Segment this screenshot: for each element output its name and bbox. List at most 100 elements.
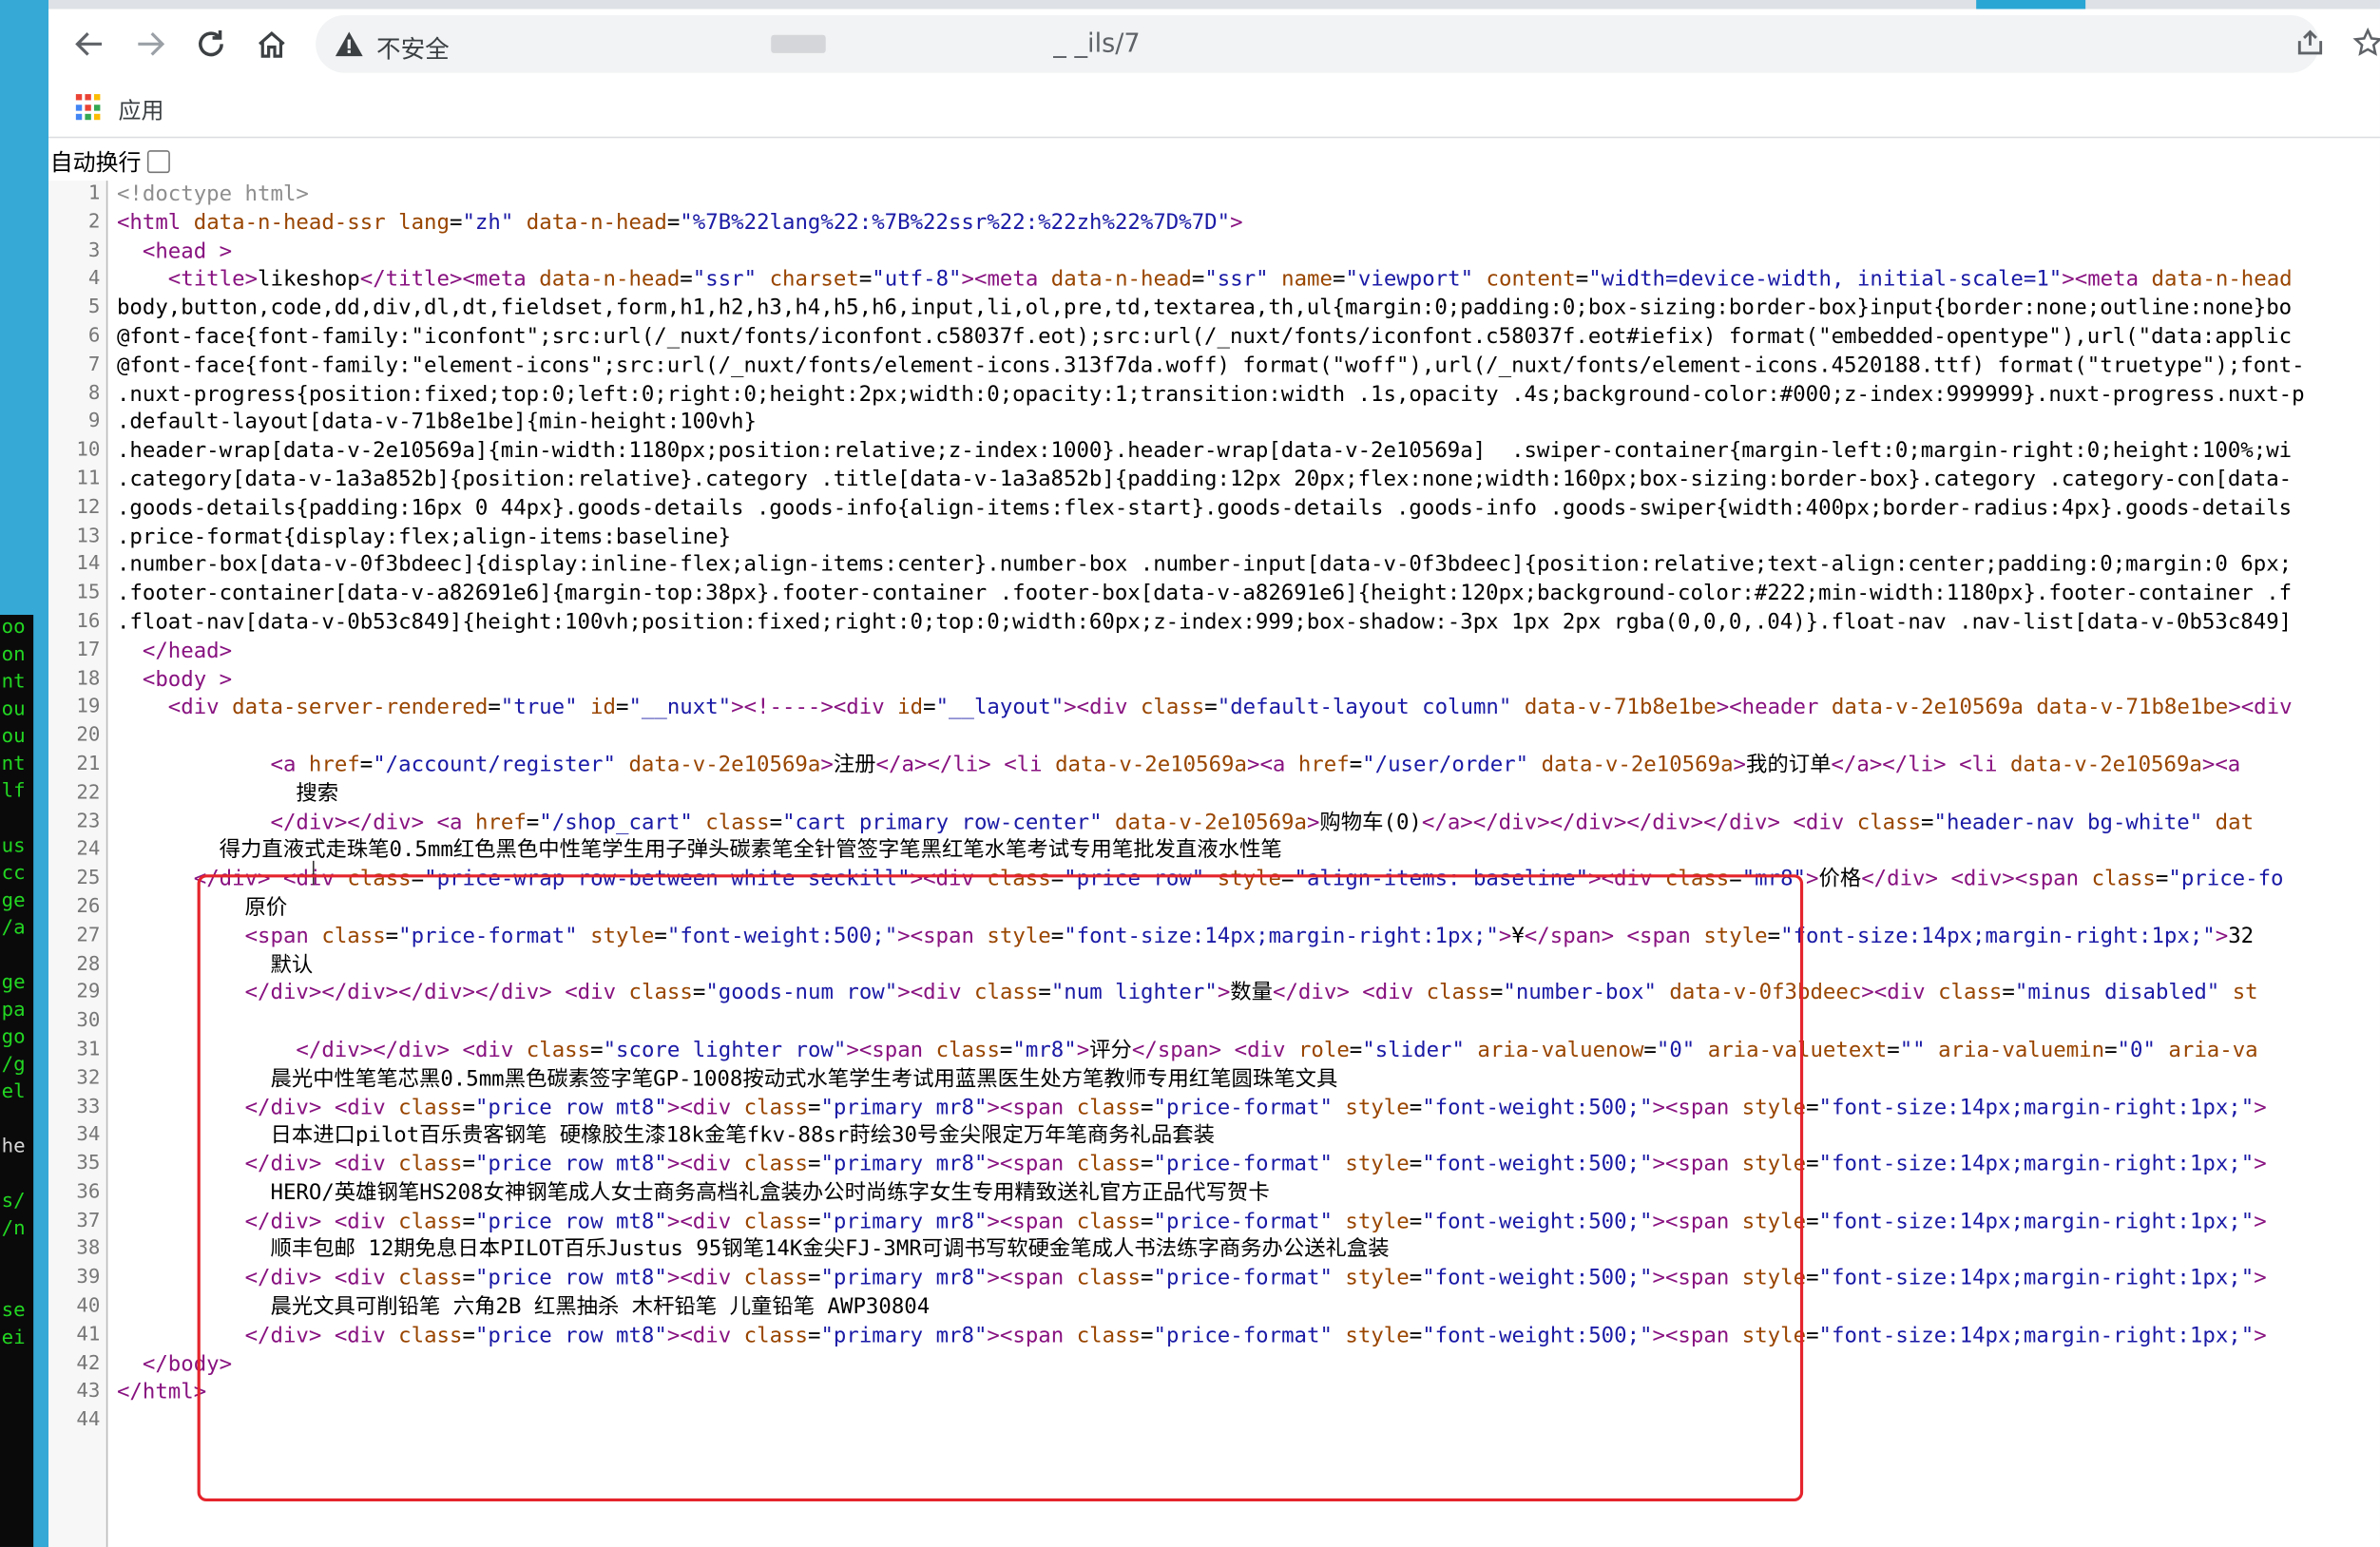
screen: oo on nt ou ou nt lf us cc ge/a ge pa go/g el he s/… bbox=[0, 0, 2380, 1547]
line-number: 8 bbox=[87, 381, 101, 405]
line-number: 7 bbox=[87, 353, 101, 376]
source-line-text: @font-face{font-family:"element-icons";s… bbox=[116, 353, 2305, 378]
highlight-box bbox=[197, 874, 1804, 1502]
home-icon[interactable] bbox=[252, 25, 292, 65]
reload-icon[interactable] bbox=[191, 25, 231, 65]
apps-grid-icon[interactable] bbox=[75, 94, 104, 122]
source-line-text: 得力直液式走珠笔0.5mm红色黑色中性笔学生用子弹头碳素笔全针管签字笔黑红笔水笔… bbox=[116, 838, 1282, 863]
source-line-text: </div></div> <a href="/shop_cart" class=… bbox=[270, 810, 2255, 834]
source-line: 2 <html data-n-head-ssr lang="zh" data-n-… bbox=[48, 209, 2380, 238]
terminal-line: s/ bbox=[1, 1190, 26, 1213]
source-line-text: </html> bbox=[116, 1380, 207, 1405]
terminal-line: /a bbox=[1, 916, 26, 940]
source-line-text: <div data-server-rendered="true" id="__n… bbox=[167, 696, 2293, 720]
source-line-text: .category[data-v-1a3a852b]{position:rela… bbox=[116, 468, 2293, 492]
line-number: 32 bbox=[76, 1066, 101, 1090]
terminal-line: ou bbox=[1, 725, 26, 749]
terminal-line: ge bbox=[1, 971, 26, 995]
line-number: 40 bbox=[76, 1294, 101, 1318]
source-line: 15 .footer-container[data-v-a82691e6]{mar… bbox=[48, 581, 2380, 609]
source-line-text: .float-nav[data-v-0b53c849]{height:100vh… bbox=[116, 610, 2293, 635]
terminal-line: nt bbox=[1, 753, 26, 776]
line-number: 16 bbox=[76, 610, 101, 634]
terminal-line: on bbox=[1, 643, 26, 667]
line-number: 22 bbox=[76, 781, 101, 805]
line-number: 35 bbox=[76, 1152, 101, 1175]
source-line-text: <body > bbox=[142, 667, 233, 692]
source-line-text: .footer-container[data-v-a82691e6]{margi… bbox=[116, 582, 2293, 606]
line-number: 39 bbox=[76, 1266, 101, 1289]
source-line: 24 得力直液式走珠笔0.5mm红色黑色中性笔学生用子弹头碳素笔全针管签字笔黑红… bbox=[48, 837, 2380, 866]
line-number: 23 bbox=[76, 810, 101, 833]
arrow-left-icon[interactable] bbox=[69, 25, 109, 65]
terminal-line: go bbox=[1, 1025, 26, 1049]
share-icon[interactable] bbox=[2292, 25, 2328, 61]
source-line: 7 @font-face{font-family:"element-icons";… bbox=[48, 352, 2380, 380]
line-number: 4 bbox=[87, 267, 101, 291]
source-line: 17 </head> bbox=[48, 638, 2380, 666]
terminal-line: oo bbox=[1, 616, 26, 640]
line-number: 26 bbox=[76, 895, 101, 919]
terminal-line: ou bbox=[1, 697, 26, 721]
source-line: 20 bbox=[48, 723, 2380, 752]
line-number: 36 bbox=[76, 1180, 101, 1204]
desktop-left-edge: oo on nt ou ou nt lf us cc ge/a ge pa go/g el he s/… bbox=[0, 0, 49, 1547]
source-line-text: @font-face{font-family:"iconfont";src:ur… bbox=[116, 324, 2293, 350]
address-bar[interactable]: 不安全 _ _ils/7 bbox=[316, 14, 2320, 73]
star-icon[interactable] bbox=[2350, 25, 2380, 61]
source-line: 1 <!doctype html> bbox=[48, 181, 2380, 209]
line-number: 25 bbox=[76, 867, 101, 890]
line-number: 19 bbox=[76, 696, 101, 719]
line-number: 31 bbox=[76, 1038, 101, 1061]
source-line: 6 @font-face{font-family:"iconfont";src:u… bbox=[48, 323, 2380, 352]
line-number: 33 bbox=[76, 1095, 101, 1118]
line-number: 38 bbox=[76, 1237, 101, 1261]
apps-bookmark[interactable]: 应用 bbox=[119, 94, 164, 126]
source-line-text: .default-layout[data-v-71b8e1be]{min-hei… bbox=[116, 410, 757, 435]
source-line-text: 搜索 bbox=[116, 781, 339, 806]
warning-triangle-icon[interactable] bbox=[334, 29, 364, 59]
source-line-text: .goods-details{padding:16px 0 44px}.good… bbox=[116, 496, 2293, 521]
line-number: 44 bbox=[76, 1408, 101, 1432]
line-number: 42 bbox=[76, 1351, 101, 1375]
line-number: 43 bbox=[76, 1380, 101, 1404]
line-number: 13 bbox=[76, 525, 101, 548]
bookmarks-bar: 应用 bbox=[48, 79, 2380, 139]
terminal-line: he bbox=[1, 1136, 26, 1158]
arrow-right-icon[interactable] bbox=[130, 25, 170, 65]
source-line: 21 <a href="/account/register" data-v-2e… bbox=[48, 752, 2380, 780]
line-wrap-checkbox[interactable] bbox=[146, 149, 170, 173]
source-line: 14 .number-box[data-v-0f3bdeec]{display:i… bbox=[48, 552, 2380, 581]
line-number: 10 bbox=[76, 438, 101, 462]
source-line-text: <html data-n-head-ssr lang="zh" data-n-h… bbox=[116, 210, 1243, 236]
source-line-text: <head > bbox=[142, 239, 233, 264]
line-number: 18 bbox=[76, 667, 101, 691]
terminal-line: nt bbox=[1, 671, 26, 695]
source-line: 19 <div data-server-rendered="true" id="… bbox=[48, 695, 2380, 723]
terminal-window[interactable]: oo on nt ou ou nt lf us cc ge/a ge pa go/g el he s/… bbox=[0, 615, 34, 1547]
source-line-text: .number-box[data-v-0f3bdeec]{display:inl… bbox=[116, 553, 2293, 578]
source-line: 10 .header-wrap[data-v-2e10569a]{min-widt… bbox=[48, 437, 2380, 466]
line-number: 24 bbox=[76, 838, 101, 862]
source-line: 13 .price-format{display:flex;align-items… bbox=[48, 523, 2380, 551]
terminal-line: se bbox=[1, 1299, 26, 1323]
line-number: 17 bbox=[76, 639, 101, 662]
terminal-line: lf bbox=[1, 780, 26, 804]
line-number: 30 bbox=[76, 1009, 101, 1033]
terminal-line: /g bbox=[1, 1053, 26, 1077]
line-number: 41 bbox=[76, 1323, 101, 1346]
terminal-line: ei bbox=[1, 1327, 26, 1350]
source-line: 12 .goods-details{padding:16px 0 44px}.go… bbox=[48, 494, 2380, 523]
terminal-line: pa bbox=[1, 999, 26, 1022]
source-line: 18 <body > bbox=[48, 666, 2380, 695]
line-number: 28 bbox=[76, 952, 101, 976]
line-number: 27 bbox=[76, 924, 101, 947]
terminal-line: cc bbox=[1, 862, 26, 886]
line-wrap-toggle[interactable]: 自动换行 bbox=[50, 145, 170, 176]
tab-strip bbox=[48, 0, 2380, 10]
view-source-page: 自动换行 1 <!doctype html> 2 <html data-n-head-… bbox=[48, 138, 2380, 1547]
